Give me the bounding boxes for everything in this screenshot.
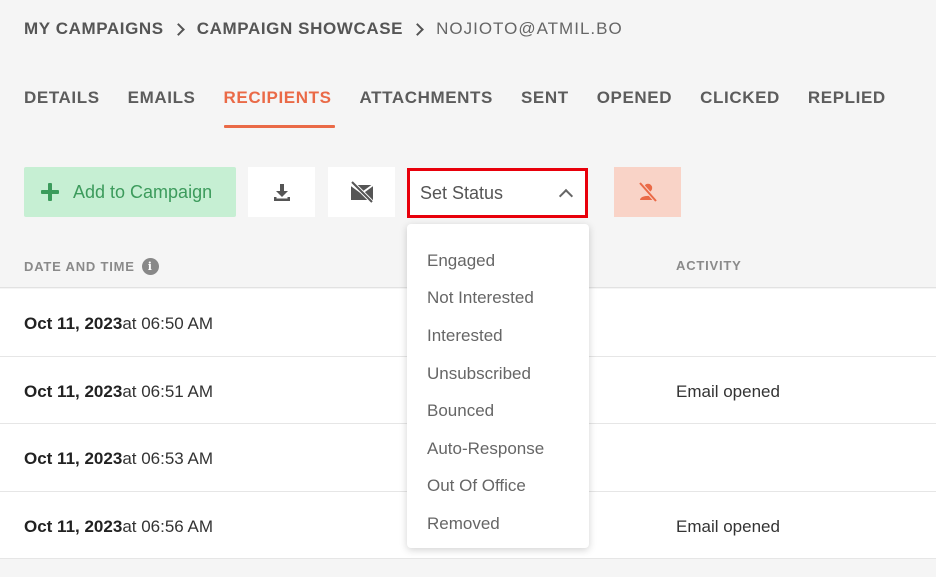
status-option-auto-response[interactable]: Auto-Response bbox=[407, 430, 589, 468]
user-remove-icon bbox=[638, 181, 657, 203]
row-datetime: Oct 11, 2023at 06:51 AM bbox=[24, 382, 213, 402]
unsubscribe-mail-button[interactable] bbox=[328, 167, 395, 217]
date-header-label: DATE AND TIME bbox=[24, 259, 135, 274]
row-time: at 06:56 AM bbox=[122, 516, 214, 536]
tab-opened[interactable]: OPENED bbox=[597, 88, 672, 128]
add-to-campaign-label: Add to Campaign bbox=[73, 181, 213, 202]
row-date: Oct 11, 2023 bbox=[24, 314, 123, 333]
status-dropdown-menu: Engaged Not Interested Interested Unsubs… bbox=[407, 224, 589, 548]
tab-replied[interactable]: REPLIED bbox=[808, 88, 886, 128]
tab-attachments[interactable]: ATTACHMENTS bbox=[360, 88, 493, 128]
status-option-removed[interactable]: Removed bbox=[407, 505, 589, 543]
tab-recipients[interactable]: RECIPIENTS bbox=[223, 88, 335, 128]
row-datetime: Oct 11, 2023at 06:50 AM bbox=[24, 314, 213, 334]
set-status-select[interactable]: Set Status bbox=[407, 168, 588, 218]
row-date: Oct 11, 2023 bbox=[24, 516, 123, 536]
status-option-bounced[interactable]: Bounced bbox=[407, 392, 589, 430]
chevron-up-icon bbox=[558, 188, 574, 204]
tab-emails[interactable]: EMAILS bbox=[128, 88, 196, 128]
info-icon[interactable]: i bbox=[141, 258, 159, 275]
chevron-right-icon bbox=[171, 22, 185, 36]
status-option-engaged[interactable]: Engaged bbox=[407, 242, 589, 280]
status-option-unsubscribed[interactable]: Unsubscribed bbox=[407, 355, 589, 393]
remove-recipient-button[interactable] bbox=[614, 167, 681, 217]
row-activity: Email opened bbox=[676, 516, 780, 536]
set-status-label: Set Status bbox=[420, 182, 504, 203]
download-icon bbox=[273, 184, 290, 201]
column-header-date[interactable]: DATE AND TIME i bbox=[24, 258, 159, 275]
plus-icon bbox=[41, 183, 59, 201]
row-datetime: Oct 11, 2023at 06:56 AM bbox=[24, 517, 213, 537]
tab-clicked[interactable]: CLICKED bbox=[700, 88, 780, 128]
row-datetime: Oct 11, 2023at 06:53 AM bbox=[24, 449, 213, 469]
status-option-interested[interactable]: Interested bbox=[407, 317, 589, 355]
add-to-campaign-button[interactable]: Add to Campaign bbox=[24, 167, 236, 217]
tab-sent[interactable]: SENT bbox=[521, 88, 569, 128]
chevron-right-icon bbox=[411, 22, 424, 36]
mail-off-icon bbox=[349, 181, 374, 203]
row-date: Oct 11, 2023 bbox=[24, 381, 123, 401]
row-date: Oct 11, 2023 bbox=[24, 449, 123, 468]
status-option-out-of-office[interactable]: Out Of Office bbox=[407, 468, 589, 506]
column-header-activity: ACTIVITY bbox=[676, 258, 742, 273]
breadcrumb-my-campaigns[interactable]: MY CAMPAIGNS bbox=[24, 19, 164, 39]
breadcrumb-current: NOJIOTO@ATMIL.BO bbox=[436, 19, 623, 38]
tab-details[interactable]: DETAILS bbox=[24, 88, 100, 128]
row-time: at 06:50 AM bbox=[122, 314, 214, 333]
row-time: at 06:51 AM bbox=[122, 381, 214, 401]
breadcrumb-campaign-showcase[interactable]: CAMPAIGN SHOWCASE bbox=[197, 19, 403, 39]
breadcrumb: MY CAMPAIGNS CAMPAIGN SHOWCASE NOJIOTO@A… bbox=[24, 18, 623, 40]
status-option-not-interested[interactable]: Not Interested bbox=[407, 280, 589, 318]
tab-bar: DETAILS EMAILS RECIPIENTS ATTACHMENTS SE… bbox=[24, 88, 914, 130]
row-activity: Email opened bbox=[676, 381, 780, 401]
download-button[interactable] bbox=[248, 167, 315, 217]
row-time: at 06:53 AM bbox=[122, 449, 214, 468]
